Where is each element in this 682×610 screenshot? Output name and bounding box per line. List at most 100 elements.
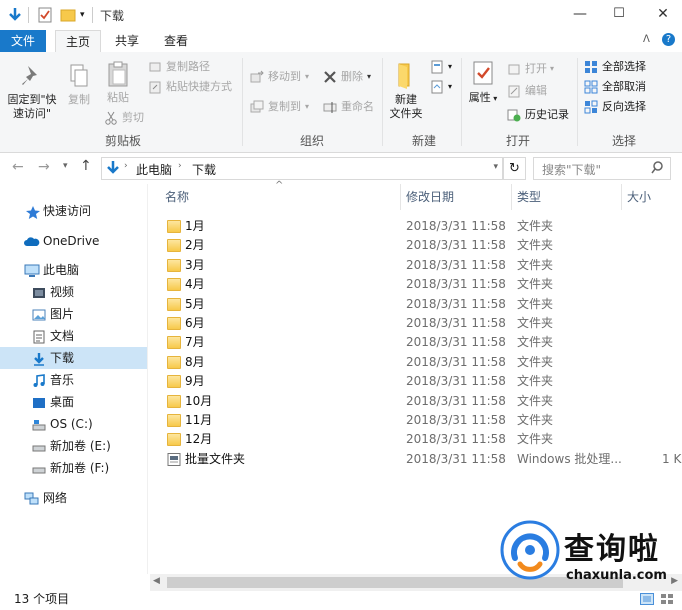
nav-item-desktop[interactable]: 桌面 xyxy=(0,391,147,413)
column-header-size[interactable]: 大小 xyxy=(627,184,651,210)
table-row[interactable]: 12月 2018/3/31 11:58 文件夹 xyxy=(150,430,682,449)
search-icon[interactable] xyxy=(650,160,664,177)
forward-arrow-icon[interactable]: → xyxy=(38,159,50,175)
new-folder-button[interactable]: 新建 文件夹 xyxy=(386,62,426,121)
file-type: 文件夹 xyxy=(517,316,554,330)
easy-access-button[interactable]: ▾ xyxy=(430,78,452,96)
nav-item-pictures[interactable]: 图片 xyxy=(0,303,147,325)
column-header-type[interactable]: 类型 xyxy=(517,184,541,210)
properties-check-icon[interactable] xyxy=(38,6,52,24)
table-row[interactable]: 2月 2018/3/31 11:58 文件夹 xyxy=(150,236,682,255)
copy-to-button[interactable]: 复制到 ▾ xyxy=(250,98,309,116)
tab-share[interactable]: 共享 xyxy=(105,30,149,52)
new-folder-label-line2: 文件夹 xyxy=(389,107,423,120)
edit-icon xyxy=(507,84,521,98)
collapse-ribbon-icon[interactable]: ᐱ xyxy=(643,34,650,45)
refresh-button[interactable]: ↻ xyxy=(503,157,526,180)
ribbon-home: 固定到"快 速访问" 复制 粘贴 复制路径 粘贴快捷方式 剪切 剪贴板 移动到 ▾… xyxy=(0,52,682,153)
nav-item-this-pc[interactable]: 此电脑 xyxy=(0,259,147,281)
table-row[interactable]: 11月 2018/3/31 11:58 文件夹 xyxy=(150,411,682,430)
nav-item-documents[interactable]: 文档 xyxy=(0,325,147,347)
history-button[interactable]: 历史记录 xyxy=(507,106,569,124)
maximize-button[interactable]: ☐ xyxy=(606,4,632,24)
table-row[interactable]: 6月 2018/3/31 11:58 文件夹 xyxy=(150,314,682,333)
nav-label: 新加卷 (E:) xyxy=(50,439,111,453)
open-icon xyxy=(507,62,521,76)
large-icons-view-icon[interactable] xyxy=(660,593,674,610)
edit-button[interactable]: 编辑 xyxy=(507,82,547,100)
paste-shortcut-button[interactable]: 粘贴快捷方式 xyxy=(148,78,232,96)
nav-item-drive-e[interactable]: 新加卷 (E:) xyxy=(0,435,147,457)
table-row[interactable]: 3月 2018/3/31 11:58 文件夹 xyxy=(150,256,682,275)
paste-button[interactable]: 粘贴 xyxy=(100,60,136,105)
nav-label: 桌面 xyxy=(50,395,75,409)
search-box[interactable]: 搜索"下载" xyxy=(533,157,671,180)
tab-view[interactable]: 查看 xyxy=(154,30,198,52)
invert-selection-button[interactable]: 反向选择 xyxy=(584,98,646,116)
new-folder-icon xyxy=(393,62,419,90)
column-header-name[interactable]: 名称 xyxy=(165,184,189,210)
nav-label: 下载 xyxy=(50,351,75,365)
address-dropdown-icon[interactable]: ▾ xyxy=(493,162,498,172)
minimize-button[interactable]: — xyxy=(567,4,593,24)
new-folder-quick-icon[interactable] xyxy=(60,6,76,24)
column-divider[interactable] xyxy=(511,184,512,210)
paste-shortcut-label: 粘贴快捷方式 xyxy=(166,80,232,93)
copy-button[interactable]: 复制 xyxy=(62,62,96,107)
help-icon[interactable]: ? xyxy=(662,33,675,46)
clipboard-icon xyxy=(105,60,131,88)
back-arrow-icon[interactable]: ← xyxy=(12,159,24,175)
select-none-icon xyxy=(584,80,598,94)
scroll-left-icon[interactable]: ◀ xyxy=(153,576,160,586)
column-divider[interactable] xyxy=(400,184,401,210)
table-row[interactable]: 1月 2018/3/31 11:58 文件夹 xyxy=(150,217,682,236)
nav-item-downloads[interactable]: 下载 xyxy=(0,347,147,369)
pin-to-quick-access-button[interactable]: 固定到"快 速访问" xyxy=(6,62,58,121)
rename-button[interactable]: 重命名 xyxy=(323,98,374,116)
address-bar[interactable]: › 此电脑 › 下载 ▾ xyxy=(101,157,503,180)
table-row[interactable]: 4月 2018/3/31 11:58 文件夹 xyxy=(150,275,682,294)
cut-button[interactable]: 剪切 xyxy=(104,109,144,127)
move-to-button[interactable]: 移动到 ▾ xyxy=(250,68,309,86)
table-row[interactable]: 7月 2018/3/31 11:58 文件夹 xyxy=(150,333,682,352)
table-row[interactable]: 8月 2018/3/31 11:58 文件夹 xyxy=(150,353,682,372)
table-row[interactable]: 5月 2018/3/31 11:58 文件夹 xyxy=(150,295,682,314)
nav-item-drive-f[interactable]: 新加卷 (F:) xyxy=(0,457,147,479)
nav-item-quick-access[interactable]: 快速访问 xyxy=(0,200,147,222)
ribbon-divider xyxy=(242,58,243,146)
close-button[interactable]: ✕ xyxy=(650,4,676,24)
breadcrumb-downloads[interactable]: 下载 xyxy=(192,161,216,178)
quick-access-down-arrow-icon[interactable] xyxy=(8,6,22,24)
nav-label: 视频 xyxy=(50,285,75,299)
tab-file[interactable]: 文件 xyxy=(0,30,46,52)
column-header-modified[interactable]: 修改日期 xyxy=(406,184,454,210)
breadcrumb-this-pc[interactable]: 此电脑 xyxy=(136,161,172,178)
nav-item-onedrive[interactable]: OneDrive xyxy=(0,230,147,252)
nav-item-videos[interactable]: 视频 xyxy=(0,281,147,303)
tab-home[interactable]: 主页 xyxy=(55,30,102,53)
invert-selection-icon xyxy=(584,100,598,114)
copy-path-button[interactable]: 复制路径 xyxy=(148,58,210,76)
delete-button[interactable]: 删除 ▾ xyxy=(323,68,371,86)
select-none-button[interactable]: 全部取消 xyxy=(584,78,646,96)
nav-item-music[interactable]: 音乐 xyxy=(0,369,147,391)
properties-button[interactable]: 属性 ▾ xyxy=(465,60,501,106)
file-type: 文件夹 xyxy=(517,219,554,233)
customize-toolbar-icon[interactable]: ▾ xyxy=(80,6,85,24)
select-all-button[interactable]: 全部选择 xyxy=(584,58,646,76)
new-item-button[interactable]: ▾ xyxy=(430,58,452,76)
table-row[interactable]: 9月 2018/3/31 11:58 文件夹 xyxy=(150,372,682,391)
folder-icon xyxy=(167,394,181,408)
pane-divider[interactable] xyxy=(147,184,148,574)
column-divider[interactable] xyxy=(621,184,622,210)
recent-locations-chevron-icon[interactable]: ▾ xyxy=(63,161,68,171)
nav-item-drive-c[interactable]: OS (C:) xyxy=(0,413,147,435)
up-arrow-icon[interactable]: ↑ xyxy=(80,158,92,174)
details-view-icon[interactable] xyxy=(640,593,654,610)
table-row[interactable]: 批量文件夹 2018/3/31 11:58 Windows 批处理... 1 K xyxy=(150,450,682,469)
open-button[interactable]: 打开 ▾ xyxy=(507,60,554,78)
file-modified: 2018/3/31 11:58 xyxy=(406,413,506,427)
nav-item-network[interactable]: 网络 xyxy=(0,487,147,509)
folder-icon xyxy=(167,297,181,311)
table-row[interactable]: 10月 2018/3/31 11:58 文件夹 xyxy=(150,392,682,411)
